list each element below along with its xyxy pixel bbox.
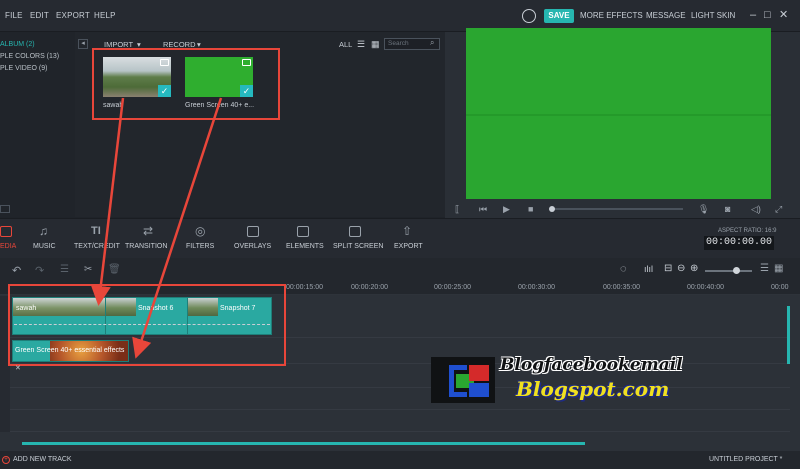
timeline-scrollbar[interactable] <box>787 306 790 364</box>
logo-red <box>469 365 489 381</box>
horizontal-scrollbar[interactable] <box>22 442 585 445</box>
status-bar <box>0 451 800 469</box>
add-new-track-button[interactable]: ADD NEW TRACK <box>13 456 72 463</box>
playhead-marker[interactable]: ✕ <box>15 364 21 372</box>
arrow-green-screen-to-pip <box>132 97 223 359</box>
watermark-logo <box>431 357 495 403</box>
watermark-line-1: Blogfacebookemail <box>500 355 683 375</box>
add-track-icon[interactable]: + <box>2 456 10 464</box>
logo-blue <box>469 383 489 397</box>
annotation-arrows <box>90 97 223 359</box>
arrow-sawah-to-timeline <box>90 97 125 306</box>
project-name: UNTITLED PROJECT * <box>709 456 783 463</box>
watermark-line-2: Blogspot.com <box>516 377 670 401</box>
